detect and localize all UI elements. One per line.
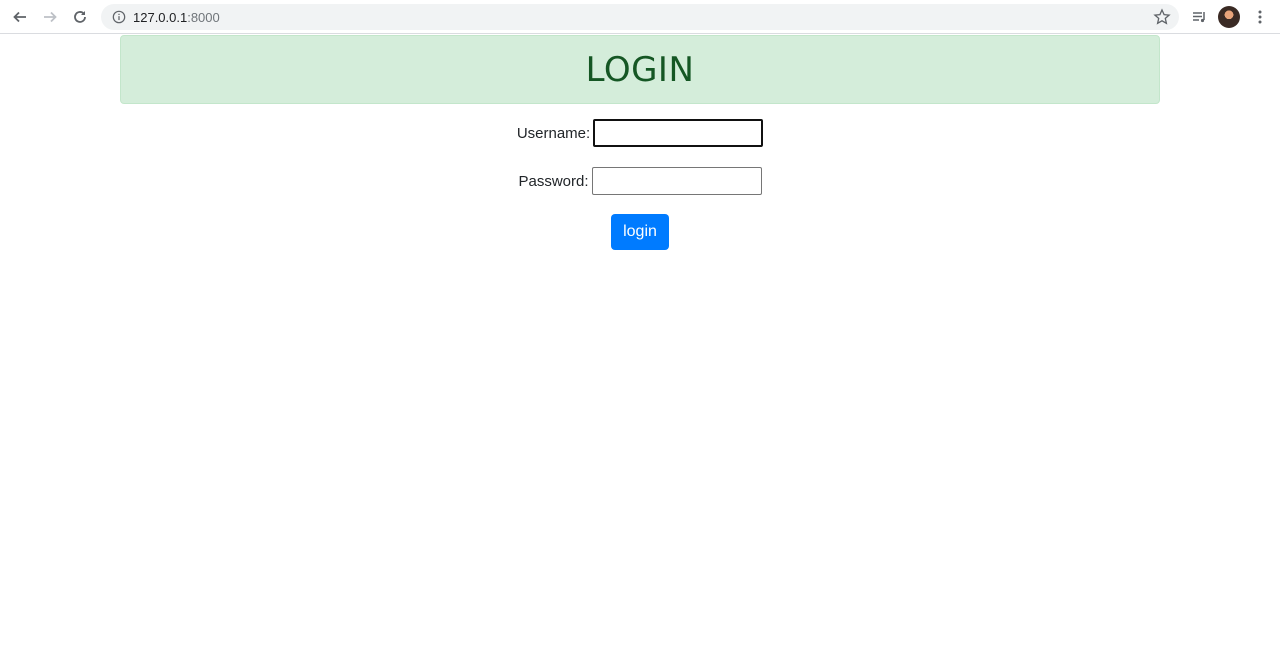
password-input[interactable] — [591, 167, 762, 195]
kebab-menu-icon — [1258, 10, 1262, 24]
reload-icon — [74, 11, 86, 23]
login-banner: LOGIN — [120, 35, 1160, 104]
login-button[interactable]: login — [611, 214, 669, 250]
url-text: 127.0.0.1:8000 — [133, 10, 220, 25]
info-icon[interactable] — [111, 9, 127, 25]
username-row: Username: — [0, 119, 1280, 147]
url-host: 127.0.0.1 — [133, 10, 188, 25]
forward-arrow-icon — [44, 11, 57, 23]
password-row: Password: — [0, 167, 1280, 195]
back-button[interactable] — [8, 5, 32, 29]
username-label: Username: — [516, 124, 591, 142]
bookmark-star-icon[interactable] — [1153, 8, 1171, 26]
playlist-icon — [1193, 12, 1205, 23]
profile-avatar[interactable] — [1218, 6, 1240, 28]
url-port: :8000 — [187, 10, 220, 25]
page-title: LOGIN — [585, 49, 695, 90]
media-control-button[interactable] — [1187, 5, 1211, 29]
browser-toolbar: 127.0.0.1:8000 — [0, 0, 1280, 34]
reload-button[interactable] — [68, 5, 92, 29]
password-label: Password: — [518, 172, 589, 190]
back-arrow-icon — [13, 11, 26, 23]
address-bar[interactable]: 127.0.0.1:8000 — [101, 4, 1179, 30]
browser-menu-button[interactable] — [1248, 5, 1272, 29]
forward-button[interactable] — [38, 5, 62, 29]
username-input[interactable] — [593, 119, 764, 147]
